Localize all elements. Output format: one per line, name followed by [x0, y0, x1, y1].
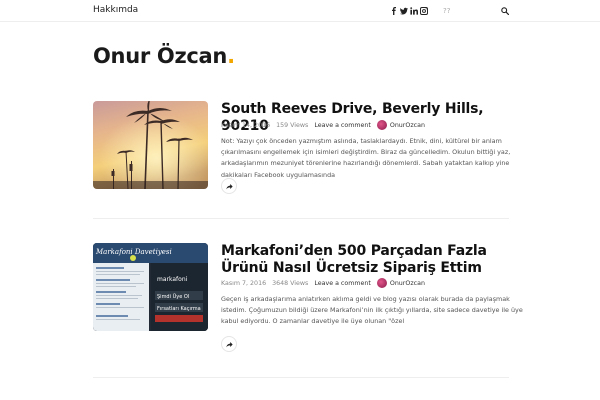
palm-trees-image	[93, 101, 208, 189]
top-bar: Hakkımda	[0, 0, 600, 22]
share-arrow-icon	[225, 183, 233, 189]
post-date: Kasım 14, 2016	[221, 121, 271, 129]
post-card: South Reeves Drive, Beverly Hills, 90210…	[93, 101, 510, 201]
site-title-text: Onur Özcan	[93, 44, 228, 68]
thumb-brand: markafoni	[157, 276, 188, 283]
post-meta: Kasım 14, 2016 159 Views Leave a comment…	[221, 120, 425, 130]
markafoni-screenshot-image: Markafoni Davetiyesi markafoni Şimdi Üye…	[93, 243, 208, 331]
post-excerpt: Not: Yazıyı çok önceden yazmıştım aslınd…	[221, 137, 511, 179]
author-avatar[interactable]	[376, 278, 387, 288]
nav-item-hakkimda[interactable]: Hakkımda	[93, 5, 138, 15]
read-more-button[interactable]	[221, 178, 237, 194]
site-title-dot: .	[227, 44, 235, 68]
post-meta: Kasım 7, 2016 3648 Views Leave a comment…	[221, 278, 425, 288]
post-divider	[93, 377, 509, 378]
read-more-button[interactable]	[221, 336, 237, 352]
facebook-icon[interactable]	[389, 6, 399, 16]
instagram-icon[interactable]	[419, 6, 429, 16]
leave-comment-link[interactable]: Leave a comment	[314, 280, 371, 287]
post-excerpt: Geçen iş arkadaşlarıma anlatırken aklıma…	[221, 295, 523, 326]
author-link[interactable]: OnurOzcan	[390, 280, 425, 287]
post-title[interactable]: Markafoni’den 500 Parçadan Fazla Ürünü N…	[221, 243, 521, 277]
post-card: Markafoni Davetiyesi markafoni Şimdi Üye…	[93, 243, 523, 352]
post-thumbnail[interactable]: Markafoni Davetiyesi markafoni Şimdi Üye…	[93, 243, 208, 331]
thumb-sub2: Fırsatları Kaçırma	[157, 306, 201, 312]
author-link[interactable]: OnurOzcan	[390, 122, 425, 129]
post-views: 159 Views	[276, 121, 309, 129]
search-button[interactable]	[499, 5, 510, 16]
share-arrow-icon	[225, 341, 233, 347]
post-thumbnail[interactable]	[93, 101, 208, 189]
linkedin-icon[interactable]	[409, 6, 419, 16]
author-avatar[interactable]	[376, 120, 387, 130]
post-date: Kasım 7, 2016	[221, 279, 267, 287]
site-title[interactable]: Onur Özcan.	[93, 44, 235, 68]
thumb-headline: Markafoni Davetiyesi	[95, 248, 172, 256]
thumb-sub1: Şimdi Üye Ol	[157, 293, 189, 300]
search-icon	[500, 6, 509, 15]
post-divider	[93, 218, 509, 219]
post-views: 3648 Views	[272, 279, 309, 287]
leave-comment-link[interactable]: Leave a comment	[314, 122, 371, 129]
twitter-icon[interactable]	[399, 6, 409, 16]
